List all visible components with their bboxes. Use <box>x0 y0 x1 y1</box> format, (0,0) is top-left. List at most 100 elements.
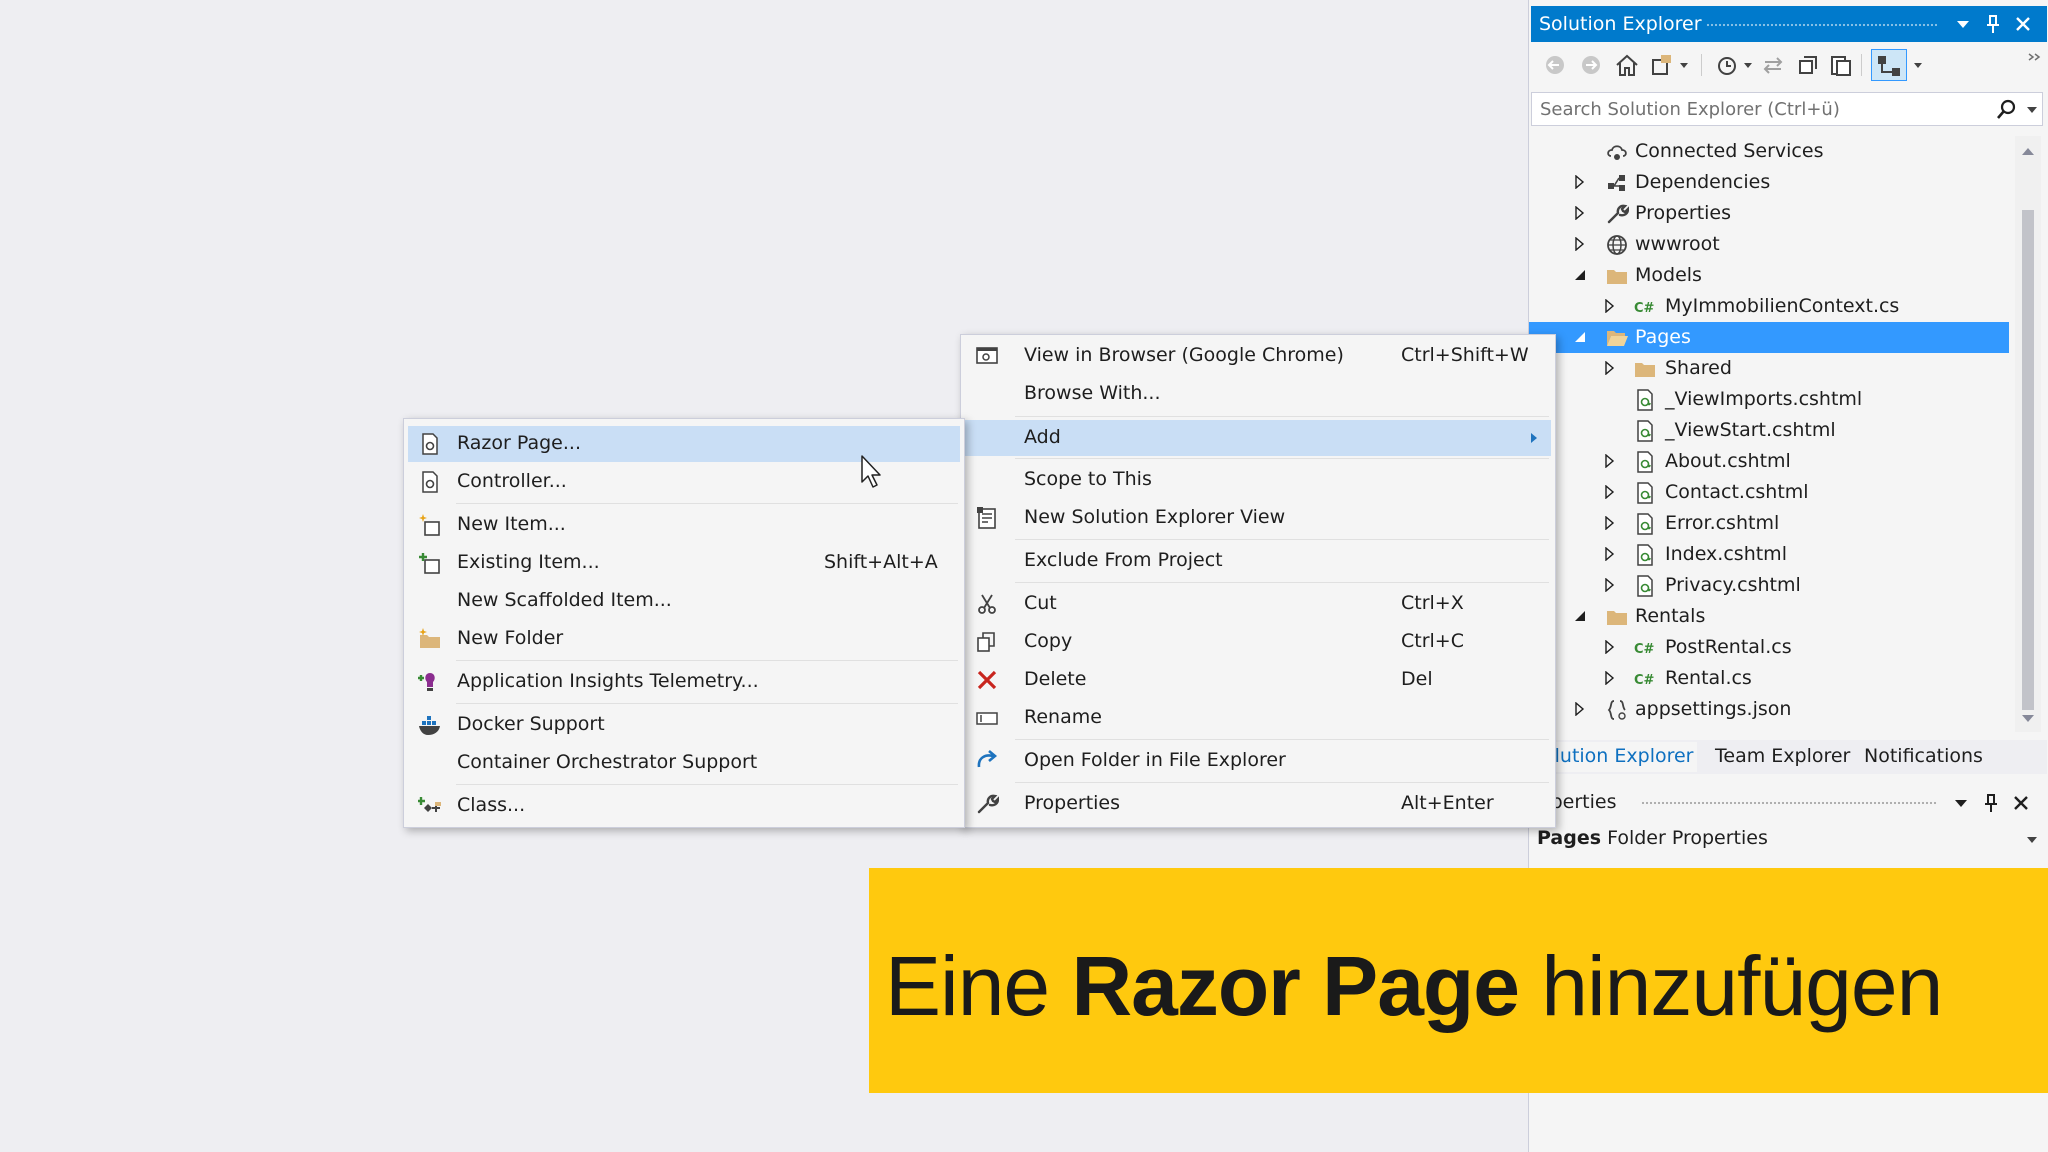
collapse-arrow-icon[interactable] <box>1573 268 1587 282</box>
menu-item-copy[interactable]: Copy Ctrl+C <box>965 624 1551 660</box>
tree-item[interactable]: Index.cshtml <box>1529 539 2009 570</box>
menu-item-label: Container Orchestrator Support <box>457 751 758 773</box>
expand-arrow-icon[interactable] <box>1573 206 1587 220</box>
menu-item-container-orchestrator-support[interactable]: Container Orchestrator Support <box>408 745 960 781</box>
switch-views-dropdown-icon[interactable] <box>1677 52 1691 78</box>
menu-item-application-insights-telemetry[interactable]: Application Insights Telemetry... <box>408 664 960 700</box>
menu-item-view-in-browser-google-chrome[interactable]: View in Browser (Google Chrome) Ctrl+Shif… <box>965 338 1551 374</box>
scroll-up-icon[interactable] <box>2021 146 2035 156</box>
show-all-files-icon[interactable] <box>1827 52 1855 78</box>
tree-item[interactable]: Privacy.cshtml <box>1529 570 2009 601</box>
properties-object-selector[interactable]: Pages Folder Properties <box>1531 824 2047 854</box>
home-icon[interactable] <box>1613 52 1641 78</box>
tree-item[interactable]: Error.cshtml <box>1529 508 2009 539</box>
menu-item-new-folder[interactable]: New Folder <box>408 621 960 657</box>
sync-icon[interactable] <box>1759 52 1787 78</box>
tab-team-explorer[interactable]: Team Explorer <box>1715 742 1850 772</box>
tree-item-label: Connected Services <box>1635 140 1824 162</box>
menu-item-browse-with[interactable]: Browse With... <box>965 376 1551 412</box>
pin-icon[interactable] <box>1981 12 2005 36</box>
search-icon[interactable] <box>1994 98 2018 122</box>
titlebar-grip <box>1706 23 1937 27</box>
collapse-arrow-icon[interactable] <box>1573 330 1587 344</box>
tree-item[interactable]: C# MyImmobilienContext.cs <box>1529 291 2009 322</box>
tree-item-label: Pages <box>1635 326 1691 348</box>
expand-arrow-icon[interactable] <box>1573 702 1587 716</box>
tree-item[interactable]: _ViewStart.cshtml <box>1529 415 2009 446</box>
tree-item[interactable]: C# Rental.cs <box>1529 663 2009 694</box>
razor-file-icon <box>1633 419 1657 443</box>
tree-item[interactable]: Shared <box>1529 353 2009 384</box>
sync-with-active-document-icon[interactable] <box>1871 49 1907 81</box>
tree-item[interactable]: _ViewImports.cshtml <box>1529 384 2009 415</box>
tree-item[interactable]: Dependencies <box>1529 167 2009 198</box>
menu-item-rename[interactable]: Rename <box>965 700 1551 736</box>
expand-arrow-icon[interactable] <box>1603 454 1617 468</box>
tree-item[interactable]: Properties <box>1529 198 2009 229</box>
expand-arrow-icon[interactable] <box>1603 578 1617 592</box>
tree-item[interactable]: appsettings.json <box>1529 694 2009 725</box>
switch-views-icon[interactable] <box>1649 52 1677 78</box>
tab-solution-explorer[interactable]: olution Explorer <box>1541 742 1697 772</box>
expand-arrow-icon[interactable] <box>1603 485 1617 499</box>
tree-item[interactable]: Contact.cshtml <box>1529 477 2009 508</box>
menu-item-docker-support[interactable]: Docker Support <box>408 707 960 743</box>
expand-arrow-icon[interactable] <box>1603 671 1617 685</box>
menu-item-class[interactable]: Class... <box>408 788 960 824</box>
object-selector-dropdown-icon[interactable] <box>2027 836 2037 844</box>
menu-item-existing-item[interactable]: Existing Item... Shift+Alt+A <box>408 545 960 581</box>
menu-item-label: New Solution Explorer View <box>1024 506 1286 528</box>
forward-icon[interactable] <box>1577 52 1605 78</box>
tab-notifications[interactable]: Notifications <box>1864 742 1983 772</box>
tree-item[interactable]: wwwroot <box>1529 229 2009 260</box>
solution-tree: Connected Services Dependencies Properties… <box>1529 136 2009 732</box>
search-input[interactable]: Search Solution Explorer (Ctrl+ü) <box>1531 92 2043 126</box>
expand-arrow-icon[interactable] <box>1573 175 1587 189</box>
menu-item-delete[interactable]: Delete Del <box>965 662 1551 698</box>
solution-explorer-titlebar[interactable]: Solution Explorer <box>1531 6 2047 42</box>
properties-dropdown-icon[interactable] <box>1949 791 1973 815</box>
sync-dropdown-icon[interactable] <box>1911 52 1925 78</box>
tree-item[interactable]: Rentals <box>1529 601 2009 632</box>
properties-close-icon[interactable] <box>2009 791 2033 815</box>
tree-item[interactable]: Models <box>1529 260 2009 291</box>
menu-item-scope-to-this[interactable]: Scope to This <box>965 462 1551 498</box>
properties-titlebar[interactable]: operties <box>1531 786 2047 820</box>
tree-item[interactable]: C# PostRental.cs <box>1529 632 2009 663</box>
copy-icon <box>975 630 999 654</box>
pending-changes-filter-icon[interactable] <box>1713 52 1741 78</box>
collapse-all-icon[interactable] <box>1795 52 1823 78</box>
menu-item-properties[interactable]: Properties Alt+Enter <box>965 786 1551 822</box>
menu-item-new-scaffolded-item[interactable]: New Scaffolded Item... <box>408 583 960 619</box>
expand-arrow-icon[interactable] <box>1603 361 1617 375</box>
menu-item-new-solution-explorer-view[interactable]: New Solution Explorer View <box>965 500 1551 536</box>
menu-item-add[interactable]: Add <box>965 420 1551 456</box>
menu-item-label: Class... <box>457 794 526 816</box>
search-options-dropdown-icon[interactable] <box>2027 106 2037 114</box>
expand-arrow-icon[interactable] <box>1603 640 1617 654</box>
expand-arrow-icon[interactable] <box>1603 516 1617 530</box>
properties-pin-icon[interactable] <box>1979 791 2003 815</box>
menu-item-label: Existing Item... <box>457 551 600 573</box>
close-icon[interactable] <box>2011 12 2035 36</box>
back-icon[interactable] <box>1541 52 1569 78</box>
expand-arrow-icon[interactable] <box>1603 299 1617 313</box>
menu-item-new-item[interactable]: New Item... <box>408 507 960 543</box>
scrollbar-thumb[interactable] <box>2022 210 2034 710</box>
tree-item[interactable]: Connected Services <box>1529 136 2009 167</box>
menu-item-open-folder-in-file-explorer[interactable]: Open Folder in File Explorer <box>965 743 1551 779</box>
filter-dropdown-icon[interactable] <box>1741 52 1755 78</box>
menu-item-exclude-from-project[interactable]: Exclude From Project <box>965 543 1551 579</box>
vertical-scrollbar[interactable] <box>2015 136 2041 732</box>
scroll-down-icon[interactable] <box>2021 714 2035 724</box>
expand-arrow-icon[interactable] <box>1573 237 1587 251</box>
toolbar-overflow-icon[interactable] <box>2025 52 2043 78</box>
window-dropdown-icon[interactable] <box>1951 12 1975 36</box>
tree-item[interactable]: About.cshtml <box>1529 446 2009 477</box>
tree-item[interactable]: Pages <box>1529 322 2009 353</box>
tree-item-label: Rental.cs <box>1665 667 1752 689</box>
expand-arrow-icon[interactable] <box>1603 547 1617 561</box>
collapse-arrow-icon[interactable] <box>1573 609 1587 623</box>
controller-icon <box>418 470 442 494</box>
menu-item-cut[interactable]: Cut Ctrl+X <box>965 586 1551 622</box>
